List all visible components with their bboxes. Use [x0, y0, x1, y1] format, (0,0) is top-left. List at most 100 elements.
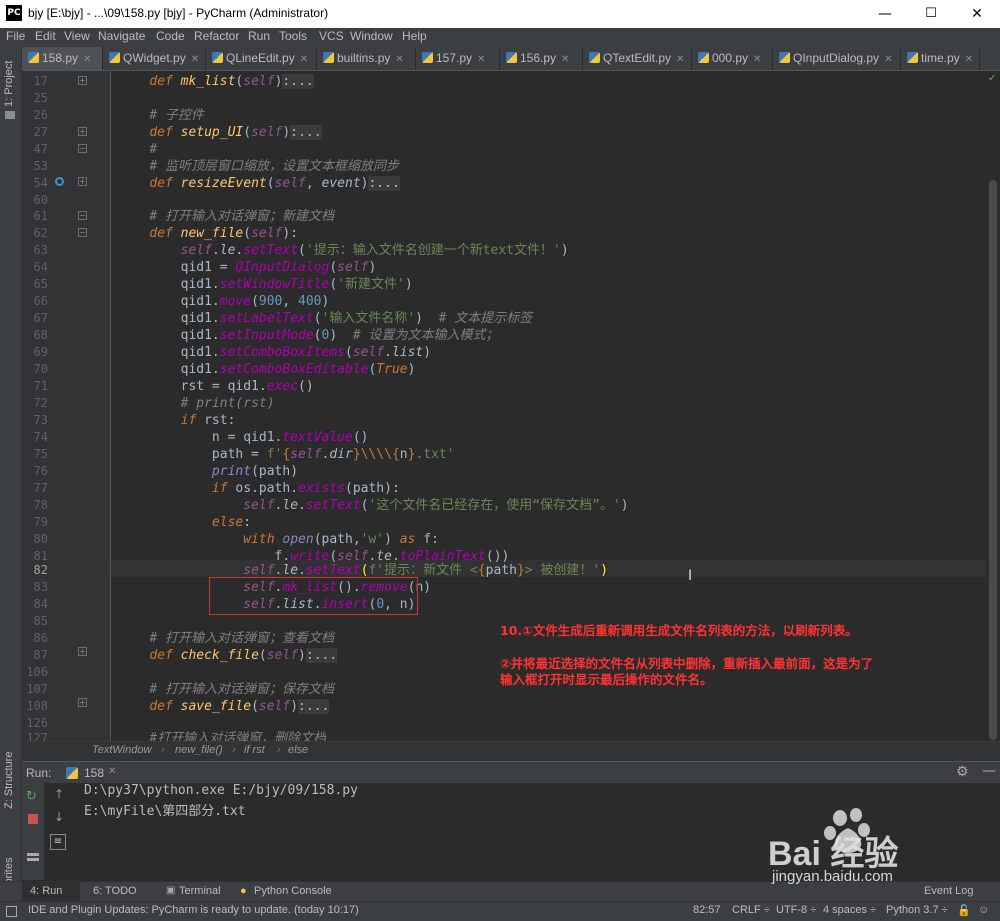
line-separator[interactable]: CRLF ÷: [732, 904, 770, 916]
scroll-down-icon[interactable]: ↓: [54, 810, 64, 824]
code-line[interactable]: qid1.setComboBoxEditable(True): [118, 361, 416, 378]
fold-expand-icon[interactable]: +: [78, 647, 87, 656]
menu-help[interactable]: Help: [402, 29, 427, 43]
menu-navigate[interactable]: Navigate: [98, 29, 145, 43]
tab-builtins-py[interactable]: builtins.py ✕: [317, 47, 416, 70]
breadcrumb-item[interactable]: if rst: [244, 744, 265, 756]
menu-view[interactable]: View: [64, 29, 90, 43]
tab-157-py[interactable]: 157.py ✕: [416, 47, 500, 70]
scrollbar-thumb[interactable]: [989, 180, 997, 740]
code-line[interactable]: if os.path.exists(path):: [118, 480, 400, 497]
code-line[interactable]: print(path): [118, 463, 298, 480]
tab-qtextedit-py[interactable]: QTextEdit.py ✕: [583, 47, 692, 70]
close-tab-icon[interactable]: ✕: [83, 54, 91, 65]
menu-file[interactable]: File: [6, 29, 25, 43]
code-line[interactable]: # 打开输入对话弹窗；查看文档: [118, 630, 334, 647]
code-line[interactable]: def check_file(self):...: [118, 647, 338, 664]
menu-refactor[interactable]: Refactor: [194, 29, 239, 43]
close-button[interactable]: ✕: [954, 0, 1000, 28]
todo-toolwindow-button[interactable]: 6: TODO: [93, 885, 137, 897]
run-config-tab[interactable]: 158: [84, 766, 104, 780]
code-line[interactable]: #: [118, 141, 157, 158]
python-console-button[interactable]: Python Console: [254, 885, 332, 897]
code-line[interactable]: # 打开输入对话弹窗；新建文档: [118, 208, 334, 225]
code-line[interactable]: qid1.move(900, 400): [118, 293, 330, 310]
fold-expand-icon[interactable]: +: [78, 127, 87, 136]
menu-edit[interactable]: Edit: [35, 29, 56, 43]
fold-expand-icon[interactable]: +: [78, 177, 87, 186]
run-toolwindow-button[interactable]: 4: Run: [30, 885, 62, 897]
tab-000-py[interactable]: 000.py ✕: [692, 47, 773, 70]
scroll-up-icon[interactable]: ↑: [54, 787, 64, 801]
code-line[interactable]: # 打开输入对话弹窗；保存文档: [118, 681, 334, 698]
code-line[interactable]: self.le.setText('提示：输入文件名创建一个新text文件！'): [118, 242, 569, 259]
code-line[interactable]: def new_file(self):: [118, 225, 298, 242]
indent-setting[interactable]: 4 spaces ÷: [823, 904, 876, 916]
menu-code[interactable]: Code: [156, 29, 185, 43]
stop-icon[interactable]: [28, 814, 38, 824]
tab-158-py[interactable]: 158.py ✕: [22, 47, 103, 70]
code-line[interactable]: def resizeEvent(self, event):...: [118, 175, 400, 192]
close-tab-icon[interactable]: ✕: [300, 54, 308, 65]
tab-qwidget-py[interactable]: QWidget.py ✕: [103, 47, 206, 70]
code-line[interactable]: qid1.setLabelText('输入文件名称') # 文本提示标签: [118, 310, 533, 327]
close-tab-icon[interactable]: ✕: [477, 54, 485, 65]
menu-vcs[interactable]: VCS: [319, 29, 344, 43]
code-line[interactable]: qid1 = QInputDialog(self): [118, 259, 377, 276]
soft-wrap-icon[interactable]: ≡: [50, 834, 66, 850]
code-line[interactable]: if rst:: [118, 412, 236, 429]
tab-time-py[interactable]: time.py ✕: [901, 47, 980, 70]
breadcrumb-item[interactable]: new_file(): [175, 744, 223, 756]
minimize-button[interactable]: —: [862, 0, 908, 28]
fold-expand-icon[interactable]: −: [78, 144, 87, 153]
breadcrumb-item[interactable]: TextWindow: [92, 744, 151, 756]
fold-collapse-icon[interactable]: −: [78, 211, 87, 220]
close-tab-icon[interactable]: ✕: [753, 54, 761, 65]
menu-tools[interactable]: Tools: [279, 29, 307, 43]
breadcrumb-item[interactable]: else: [288, 744, 308, 756]
lock-icon[interactable]: 🔓: [957, 904, 971, 917]
close-tab-icon[interactable]: ✕: [884, 54, 892, 65]
code-line[interactable]: def mk_list(self):...: [118, 73, 314, 90]
close-tab-icon[interactable]: ✕: [395, 54, 403, 65]
code-line[interactable]: n = qid1.textValue(): [118, 429, 369, 446]
layout-icon[interactable]: [27, 853, 39, 861]
close-tab-icon[interactable]: ✕: [191, 54, 199, 65]
project-toolwindow-button[interactable]: 1: Project: [3, 61, 15, 107]
status-message[interactable]: IDE and Plugin Updates: PyCharm is ready…: [28, 904, 359, 916]
fold-expand-icon[interactable]: +: [78, 76, 87, 85]
close-tab-icon[interactable]: ✕: [561, 54, 569, 65]
maximize-button[interactable]: ☐: [908, 0, 954, 28]
code-line[interactable]: # 子控件: [118, 107, 204, 124]
code-line[interactable]: qid1.setWindowTitle('新建文件'): [118, 276, 413, 293]
tab-qlineedit-py[interactable]: QLineEdit.py ✕: [206, 47, 317, 70]
code-line[interactable]: # print(rst): [118, 395, 275, 412]
menu-window[interactable]: Window: [350, 29, 393, 43]
inspector-icon[interactable]: ☺: [978, 904, 989, 916]
close-tab-icon[interactable]: ✕: [108, 766, 116, 777]
tab-156-py[interactable]: 156.py ✕: [500, 47, 583, 70]
caret-position[interactable]: 82:57: [693, 904, 721, 916]
code-line[interactable]: rst = qid1.exec(): [118, 378, 314, 395]
code-line[interactable]: # 监听顶层窗口缩放，设置文本框缩放同步: [118, 158, 399, 175]
code-line[interactable]: qid1.setInputMode(0) # 设置为文本输入模式；: [118, 327, 499, 344]
code-line[interactable]: path = f'{self.dir}\\\\{n}.txt': [118, 446, 455, 463]
fold-expand-icon[interactable]: +: [78, 698, 87, 707]
python-interpreter[interactable]: Python 3.7 ÷: [886, 904, 948, 916]
structure-toolwindow-button[interactable]: Z: Structure: [3, 752, 15, 809]
code-line[interactable]: with open(path,'w') as f:: [118, 531, 439, 548]
code-line[interactable]: def setup_UI(self):...: [118, 124, 322, 141]
fold-collapse-icon[interactable]: −: [78, 228, 87, 237]
code-line[interactable]: #打开输入对话弹窗，删除文档: [118, 730, 326, 741]
event-log-button[interactable]: Event Log: [924, 885, 974, 897]
terminal-toolwindow-button[interactable]: Terminal: [179, 885, 221, 897]
menu-run[interactable]: Run: [248, 29, 270, 43]
minimize-panel-icon[interactable]: —: [982, 763, 996, 779]
code-line[interactable]: else:: [118, 514, 251, 531]
code-line[interactable]: def save_file(self):...: [118, 698, 330, 715]
code-line[interactable]: self.le.setText('这个文件名已经存在，使用“保存文档”。'): [118, 497, 628, 514]
tab-qinputdialog-py[interactable]: QInputDialog.py ✕: [773, 47, 901, 70]
override-method-icon[interactable]: [55, 177, 64, 186]
gear-icon[interactable]: ⚙: [956, 764, 969, 780]
file-encoding[interactable]: UTF-8 ÷: [776, 904, 816, 916]
